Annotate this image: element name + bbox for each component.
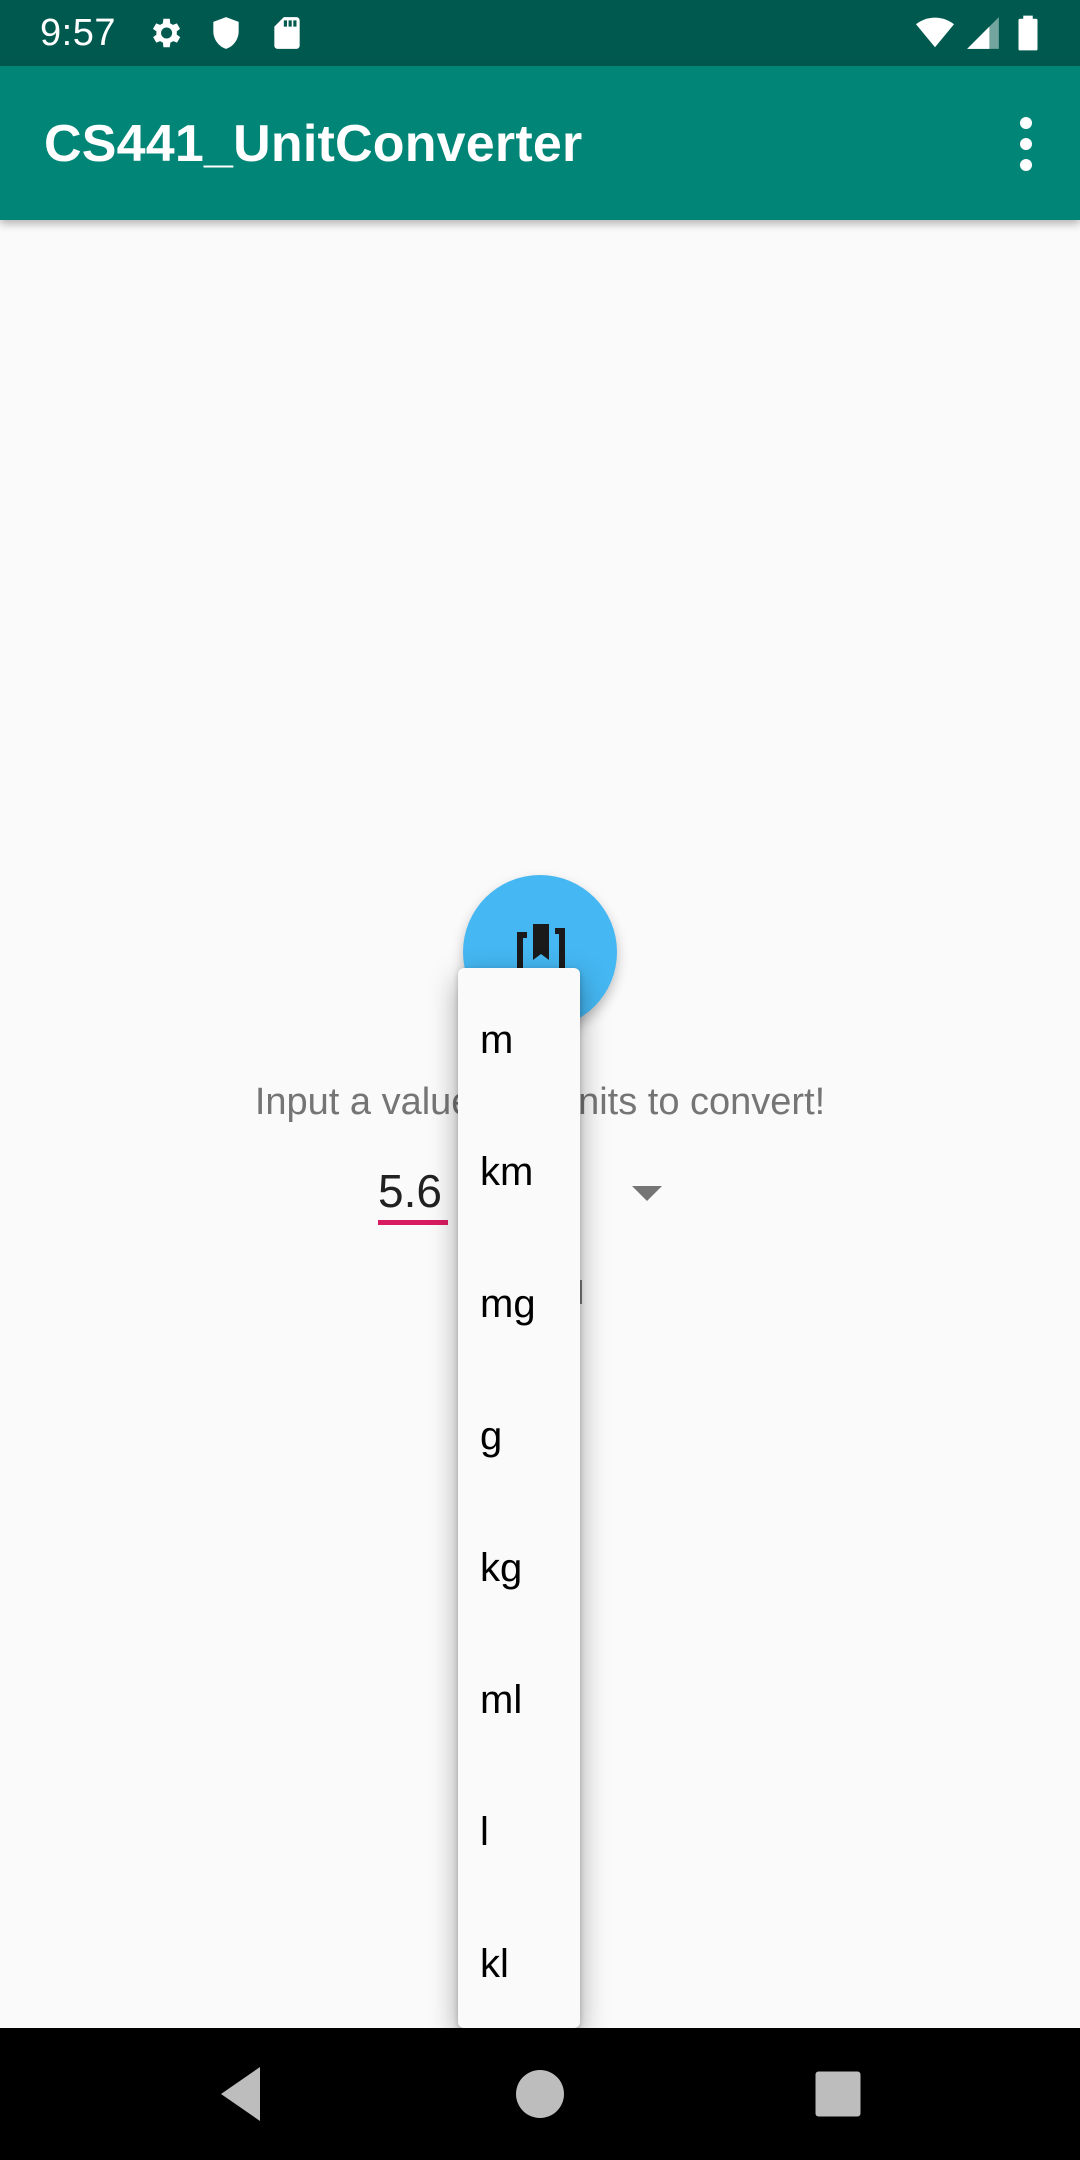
unit-option-m[interactable]: m xyxy=(480,1010,580,1070)
status-time: 9:57 xyxy=(40,12,116,54)
unit-option-kg[interactable]: kg xyxy=(480,1538,580,1598)
app-bar: CS441_UnitConverter xyxy=(0,66,1080,220)
signal-icon xyxy=(967,17,999,49)
home-icon[interactable] xyxy=(504,2058,576,2130)
back-icon[interactable] xyxy=(206,2058,278,2130)
unit-option-l[interactable]: l xyxy=(480,1802,580,1862)
unit-option-g[interactable]: g xyxy=(480,1406,580,1466)
app-title: CS441_UnitConverter xyxy=(44,115,583,173)
unit-dropdown-list: m km mg g kg ml l kl xyxy=(458,968,580,2028)
recents-icon[interactable] xyxy=(802,2058,874,2130)
unit-option-kl[interactable]: kl xyxy=(480,1934,580,1994)
unit-option-mg[interactable]: mg xyxy=(480,1274,580,1334)
navigation-bar xyxy=(0,2028,1080,2160)
wifi-icon xyxy=(916,17,954,48)
sd-card-icon xyxy=(274,17,300,49)
from-unit-spinner[interactable] xyxy=(580,1160,680,1226)
battery-icon xyxy=(1018,15,1038,51)
status-bar: 9:57 xyxy=(0,0,1080,66)
value-input[interactable]: 5.6 xyxy=(378,1162,448,1225)
more-vert-icon[interactable] xyxy=(990,108,1062,180)
gear-icon xyxy=(152,18,181,48)
unit-option-km[interactable]: km xyxy=(480,1142,580,1202)
shield-icon xyxy=(213,17,239,49)
unit-option-ml[interactable]: ml xyxy=(480,1670,580,1730)
dropdown-arrow-icon xyxy=(632,1186,662,1201)
screen: 9:57 CS441_UnitConverter Input a value u… xyxy=(0,0,1080,2160)
